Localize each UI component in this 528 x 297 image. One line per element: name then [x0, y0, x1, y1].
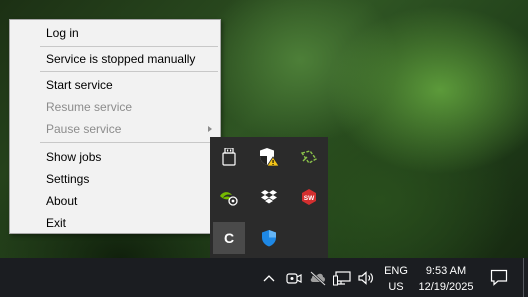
menu-item-label: Resume service — [46, 100, 133, 114]
menu-item-settings[interactable]: Settings — [11, 169, 219, 189]
menu-item-resume-service[interactable]: Resume service — [11, 97, 219, 117]
app-red-icon[interactable]: SW — [293, 181, 325, 213]
menu-item-start-service[interactable]: Start service — [11, 75, 219, 95]
menu-item-exit[interactable]: Exit — [11, 213, 219, 233]
dropbox-icon[interactable] — [253, 181, 285, 213]
tray-context-menu: Log in Service is stopped manually Start… — [9, 19, 221, 234]
show-desktop-button[interactable] — [523, 258, 528, 297]
menu-item-log-in[interactable]: Log in — [11, 23, 219, 43]
meet-now-icon[interactable] — [282, 258, 306, 297]
security-warning-icon[interactable] — [253, 141, 285, 173]
menu-item-pause-service[interactable]: Pause service — [11, 119, 219, 139]
taskbar-clock[interactable]: 9:53 AM 12/19/2025 — [413, 263, 479, 295]
usb-drive-icon[interactable] — [213, 141, 245, 173]
menu-item-label: Log in — [46, 26, 79, 40]
notification-icon[interactable] — [486, 258, 512, 297]
menu-item-label: Settings — [46, 172, 90, 186]
menu-item-label: Exit — [46, 216, 67, 230]
language-code: ENG — [384, 265, 408, 277]
menu-item-show-jobs[interactable]: Show jobs — [11, 147, 219, 167]
menu-item-service-status[interactable]: Service is stopped manually — [11, 49, 219, 69]
tray-overflow-flyout: SW C — [210, 137, 328, 258]
menu-item-label: About — [46, 194, 78, 208]
app-red-icon-label: SW — [304, 195, 315, 202]
active-service-icon[interactable]: C — [213, 222, 245, 254]
snip-tool-icon[interactable] — [293, 141, 325, 173]
network-icon[interactable] — [330, 258, 354, 297]
menu-separator — [40, 142, 218, 143]
chevron-up-icon[interactable] — [257, 258, 281, 297]
menu-item-about[interactable]: About — [11, 191, 219, 211]
active-service-icon-label: C — [224, 230, 234, 246]
defender-shield-icon[interactable] — [253, 222, 285, 254]
menu-item-label: Show jobs — [46, 150, 102, 164]
taskbar: ENG US 9:53 AM 12/19/2025 — [0, 258, 528, 297]
menu-item-label: Start service — [46, 78, 113, 92]
menu-separator — [40, 71, 218, 72]
input-language-indicator[interactable]: ENG US — [381, 263, 411, 295]
menu-separator — [40, 46, 218, 47]
clock-date: 12/19/2025 — [418, 281, 474, 293]
region-code: US — [388, 281, 404, 293]
menu-item-label: Service is stopped manually — [46, 52, 196, 66]
cloud-offline-icon[interactable] — [306, 258, 330, 297]
menu-item-label: Pause service — [46, 122, 122, 136]
volume-icon[interactable] — [354, 258, 378, 297]
nvidia-icon[interactable] — [213, 181, 245, 213]
clock-time: 9:53 AM — [425, 265, 467, 277]
submenu-arrow-icon — [208, 126, 212, 132]
